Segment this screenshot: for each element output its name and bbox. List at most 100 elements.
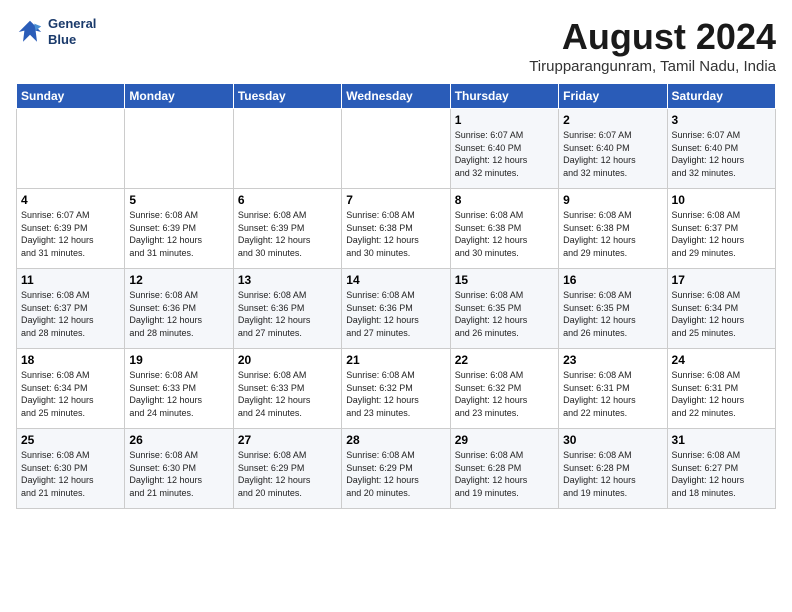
day-number: 20 (238, 353, 337, 367)
day-number: 14 (346, 273, 445, 287)
calendar-day-cell: 16 Sunrise: 6:08 AM Sunset: 6:35 PM Dayli… (559, 269, 667, 349)
calendar-day-cell: 13 Sunrise: 6:08 AM Sunset: 6:36 PM Dayli… (233, 269, 341, 349)
day-info: Sunrise: 6:08 AM Sunset: 6:31 PM Dayligh… (672, 369, 771, 419)
day-number: 3 (672, 113, 771, 127)
day-number: 23 (563, 353, 662, 367)
day-info: Sunrise: 6:08 AM Sunset: 6:38 PM Dayligh… (563, 209, 662, 259)
calendar-day-cell: 5 Sunrise: 6:08 AM Sunset: 6:39 PM Daylig… (125, 189, 233, 269)
calendar-day-cell (233, 109, 341, 189)
calendar-day-cell: 7 Sunrise: 6:08 AM Sunset: 6:38 PM Daylig… (342, 189, 450, 269)
day-info: Sunrise: 6:07 AM Sunset: 6:40 PM Dayligh… (672, 129, 771, 179)
calendar-day-cell: 28 Sunrise: 6:08 AM Sunset: 6:29 PM Dayli… (342, 429, 450, 509)
weekday-header-cell: Thursday (450, 84, 558, 109)
logo-text: General Blue (48, 16, 96, 47)
day-info: Sunrise: 6:08 AM Sunset: 6:39 PM Dayligh… (129, 209, 228, 259)
day-number: 25 (21, 433, 120, 447)
day-number: 31 (672, 433, 771, 447)
day-info: Sunrise: 6:08 AM Sunset: 6:37 PM Dayligh… (672, 209, 771, 259)
weekday-header-cell: Saturday (667, 84, 775, 109)
calendar-week-row: 18 Sunrise: 6:08 AM Sunset: 6:34 PM Dayli… (17, 349, 776, 429)
day-info: Sunrise: 6:08 AM Sunset: 6:27 PM Dayligh… (672, 449, 771, 499)
day-info: Sunrise: 6:08 AM Sunset: 6:32 PM Dayligh… (346, 369, 445, 419)
day-number: 17 (672, 273, 771, 287)
day-number: 10 (672, 193, 771, 207)
weekday-header-cell: Tuesday (233, 84, 341, 109)
calendar-day-cell (342, 109, 450, 189)
calendar-day-cell: 22Sunrise: 6:08 AM Sunset: 6:32 PM Dayli… (450, 349, 558, 429)
weekday-header-cell: Monday (125, 84, 233, 109)
calendar-day-cell (125, 109, 233, 189)
calendar-day-cell: 2 Sunrise: 6:07 AM Sunset: 6:40 PM Daylig… (559, 109, 667, 189)
calendar-day-cell: 3 Sunrise: 6:07 AM Sunset: 6:40 PM Daylig… (667, 109, 775, 189)
day-info: Sunrise: 6:08 AM Sunset: 6:36 PM Dayligh… (238, 289, 337, 339)
calendar-day-cell: 12 Sunrise: 6:08 AM Sunset: 6:36 PM Dayli… (125, 269, 233, 349)
day-number: 16 (563, 273, 662, 287)
day-number: 13 (238, 273, 337, 287)
calendar-week-row: 4 Sunrise: 6:07 AM Sunset: 6:39 PM Daylig… (17, 189, 776, 269)
day-info: Sunrise: 6:08 AM Sunset: 6:39 PM Dayligh… (238, 209, 337, 259)
day-info: Sunrise: 6:07 AM Sunset: 6:40 PM Dayligh… (563, 129, 662, 179)
day-number: 2 (563, 113, 662, 127)
calendar-day-cell: 21 Sunrise: 6:08 AM Sunset: 6:32 PM Dayli… (342, 349, 450, 429)
location-subtitle: Tirupparangunram, Tamil Nadu, India (529, 58, 776, 75)
day-info: Sunrise: 6:08 AM Sunset: 6:34 PM Dayligh… (21, 369, 120, 419)
title-area: August 2024 Tirupparangunram, Tamil Nadu… (529, 16, 776, 75)
day-info: Sunrise: 6:08 AM Sunset: 6:36 PM Dayligh… (346, 289, 445, 339)
calendar-day-cell: 31 Sunrise: 6:08 AM Sunset: 6:27 PM Dayli… (667, 429, 775, 509)
month-year-title: August 2024 (529, 16, 776, 58)
day-number: 12 (129, 273, 228, 287)
logo-icon (16, 18, 44, 46)
calendar-day-cell: 14 Sunrise: 6:08 AM Sunset: 6:36 PM Dayli… (342, 269, 450, 349)
day-info: Sunrise: 6:07 AM Sunset: 6:39 PM Dayligh… (21, 209, 120, 259)
day-number: 11 (21, 273, 120, 287)
calendar-week-row: 1 Sunrise: 6:07 AM Sunset: 6:40 PM Daylig… (17, 109, 776, 189)
calendar-day-cell: 25Sunrise: 6:08 AM Sunset: 6:30 PM Dayli… (17, 429, 125, 509)
calendar-day-cell: 6 Sunrise: 6:08 AM Sunset: 6:39 PM Daylig… (233, 189, 341, 269)
day-number: 6 (238, 193, 337, 207)
day-number: 22 (455, 353, 554, 367)
day-info: Sunrise: 6:08 AM Sunset: 6:35 PM Dayligh… (455, 289, 554, 339)
day-info: Sunrise: 6:08 AM Sunset: 6:37 PM Dayligh… (21, 289, 120, 339)
day-number: 9 (563, 193, 662, 207)
day-number: 8 (455, 193, 554, 207)
day-info: Sunrise: 6:08 AM Sunset: 6:30 PM Dayligh… (129, 449, 228, 499)
day-info: Sunrise: 6:08 AM Sunset: 6:33 PM Dayligh… (238, 369, 337, 419)
day-number: 24 (672, 353, 771, 367)
day-number: 29 (455, 433, 554, 447)
day-info: Sunrise: 6:08 AM Sunset: 6:28 PM Dayligh… (563, 449, 662, 499)
day-number: 5 (129, 193, 228, 207)
calendar-body: 1 Sunrise: 6:07 AM Sunset: 6:40 PM Daylig… (17, 109, 776, 509)
calendar-day-cell: 17 Sunrise: 6:08 AM Sunset: 6:34 PM Dayli… (667, 269, 775, 349)
day-info: Sunrise: 6:08 AM Sunset: 6:29 PM Dayligh… (238, 449, 337, 499)
calendar-day-cell: 9 Sunrise: 6:08 AM Sunset: 6:38 PM Daylig… (559, 189, 667, 269)
day-info: Sunrise: 6:08 AM Sunset: 6:31 PM Dayligh… (563, 369, 662, 419)
calendar-day-cell: 1Sunrise: 6:07 AM Sunset: 6:40 PM Daylig… (450, 109, 558, 189)
calendar-day-cell: 8Sunrise: 6:08 AM Sunset: 6:38 PM Daylig… (450, 189, 558, 269)
calendar-week-row: 11 Sunrise: 6:08 AM Sunset: 6:37 PM Dayli… (17, 269, 776, 349)
header: General Blue August 2024 Tirupparangunra… (16, 16, 776, 75)
day-info: Sunrise: 6:08 AM Sunset: 6:29 PM Dayligh… (346, 449, 445, 499)
calendar-day-cell: 26 Sunrise: 6:08 AM Sunset: 6:30 PM Dayli… (125, 429, 233, 509)
day-info: Sunrise: 6:08 AM Sunset: 6:36 PM Dayligh… (129, 289, 228, 339)
day-number: 28 (346, 433, 445, 447)
calendar-day-cell: 4 Sunrise: 6:07 AM Sunset: 6:39 PM Daylig… (17, 189, 125, 269)
logo: General Blue (16, 16, 96, 47)
calendar-day-cell (17, 109, 125, 189)
day-number: 18 (21, 353, 120, 367)
calendar-day-cell: 30 Sunrise: 6:08 AM Sunset: 6:28 PM Dayli… (559, 429, 667, 509)
calendar-week-row: 25 Sunrise: 6:08 AM Sunset: 6:30 PM Dayli… (17, 429, 776, 509)
calendar-day-cell: 19Sunrise: 6:08 AM Sunset: 6:33 PM Dayli… (125, 349, 233, 429)
day-number: 19 (129, 353, 228, 367)
day-info: Sunrise: 6:08 AM Sunset: 6:34 PM Dayligh… (672, 289, 771, 339)
day-number: 21 (346, 353, 445, 367)
day-info: Sunrise: 6:08 AM Sunset: 6:28 PM Dayligh… (455, 449, 554, 499)
day-number: 4 (21, 193, 120, 207)
weekday-header-cell: Sunday (17, 84, 125, 109)
day-info: Sunrise: 6:08 AM Sunset: 6:38 PM Dayligh… (346, 209, 445, 259)
day-info: Sunrise: 6:08 AM Sunset: 6:35 PM Dayligh… (563, 289, 662, 339)
day-number: 7 (346, 193, 445, 207)
day-number: 26 (129, 433, 228, 447)
calendar-table: SundayMondayTuesdayWednesdayThursdayFrid… (16, 83, 776, 509)
day-number: 1 (455, 113, 554, 127)
day-number: 30 (563, 433, 662, 447)
